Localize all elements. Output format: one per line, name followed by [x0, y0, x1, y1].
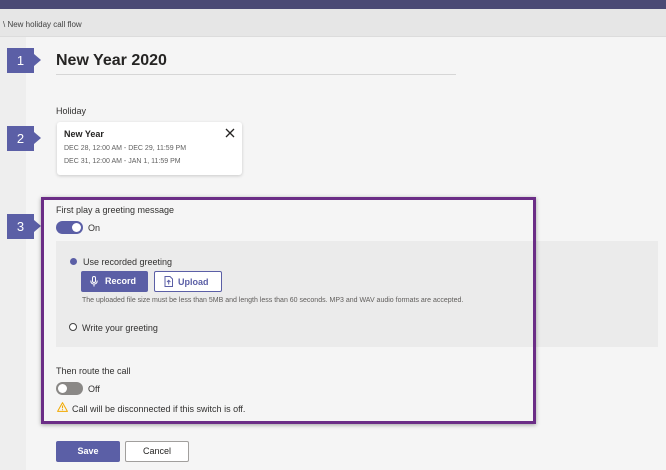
close-icon[interactable]: [224, 127, 236, 139]
title-underline: [56, 74, 456, 75]
step-marker-1: 1: [7, 48, 41, 73]
holiday-range-2: DEC 31, 12:00 AM - JAN 1, 11:59 PM: [64, 158, 181, 165]
app-top-bar: [0, 0, 666, 9]
cancel-button[interactable]: Cancel: [125, 441, 189, 462]
step-marker-2: 2: [7, 126, 41, 151]
holiday-label: Holiday: [56, 106, 87, 116]
left-gutter: [0, 37, 26, 470]
holiday-card[interactable]: New Year DEC 28, 12:00 AM - DEC 29, 11:5…: [57, 122, 242, 175]
holiday-range-1: DEC 28, 12:00 AM - DEC 29, 11:59 PM: [64, 145, 187, 152]
page-title[interactable]: New Year 2020: [56, 52, 167, 70]
breadcrumb-bar: \ New holiday call flow: [0, 9, 666, 37]
save-button[interactable]: Save: [56, 441, 120, 462]
step-3-highlight: [41, 197, 536, 424]
holiday-name: New Year: [64, 129, 104, 139]
breadcrumb[interactable]: \ New holiday call flow: [3, 20, 82, 29]
step-marker-3: 3: [7, 214, 41, 239]
